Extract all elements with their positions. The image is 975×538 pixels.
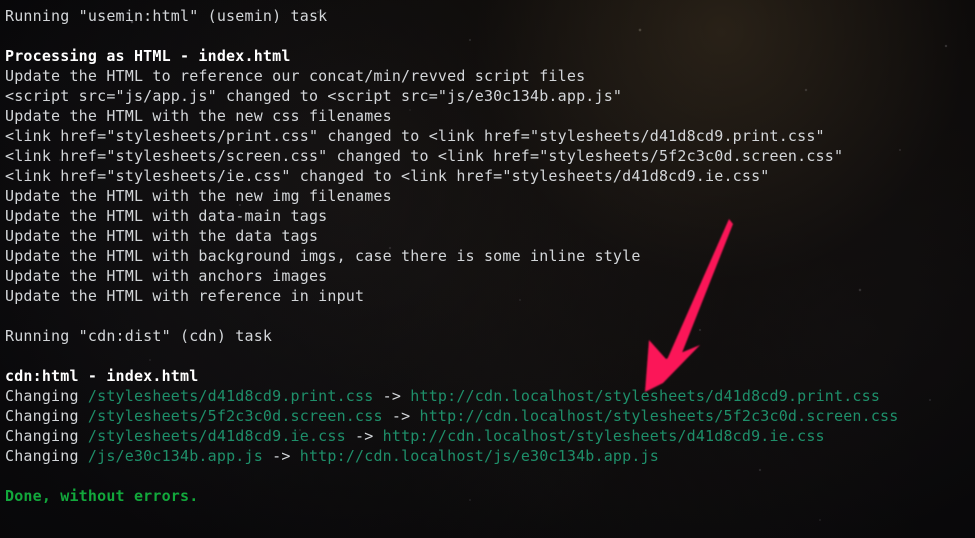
source-path: /js/e30c134b.app.js [87,447,263,465]
terminal-line: Changing /stylesheets/5f2c3c0d.screen.cs… [5,406,975,426]
terminal-line [5,466,975,486]
terminal-line: Update the HTML with background imgs, ca… [5,246,975,266]
section-heading: cdn:html - index.html [5,367,199,385]
changing-keyword: Changing [5,387,88,405]
terminal-line: Update the HTML with the new css filenam… [5,106,975,126]
terminal-line: Running "cdn:dist" (cdn) task [5,326,975,346]
source-path: /stylesheets/5f2c3c0d.screen.css [87,407,383,425]
log-text: <link href="stylesheets/print.css" chang… [5,127,825,145]
terminal-line: cdn:html - index.html [5,366,975,386]
log-text: Update the HTML with anchors images [5,267,328,285]
terminal-line: Update the HTML with the data tags [5,226,975,246]
terminal-line: Changing /stylesheets/d41d8cd9.ie.css ->… [5,426,975,446]
target-url: http://cdn.localhost/stylesheets/d41d8cd… [410,387,881,405]
terminal-output[interactable]: Running "usemin:html" (usemin) task Proc… [5,6,975,506]
changing-keyword: Changing [5,427,88,445]
rewrite-arrow-glyph: -> [373,387,411,405]
terminal-line: Processing as HTML - index.html [5,46,975,66]
terminal-line [5,26,975,46]
terminal-line [5,306,975,326]
terminal-window: Running "usemin:html" (usemin) task Proc… [0,0,975,538]
terminal-line: Update the HTML with reference in input [5,286,975,306]
rewrite-arrow-glyph: -> [382,407,420,425]
changing-keyword: Changing [5,447,88,465]
log-text: Running "usemin:html" (usemin) task [5,7,328,25]
rewrite-arrow-glyph: -> [345,427,383,445]
log-text: Update the HTML with data-main tags [5,207,328,225]
terminal-line: Update the HTML to reference our concat/… [5,66,975,86]
section-heading: Processing as HTML - index.html [5,47,291,65]
log-text: <script src="js/app.js" changed to <scri… [5,87,623,105]
log-text: Running "cdn:dist" (cdn) task [5,327,273,345]
log-text: Update the HTML with background imgs, ca… [5,247,641,265]
terminal-line: Update the HTML with the new img filenam… [5,186,975,206]
terminal-line: Running "usemin:html" (usemin) task [5,6,975,26]
terminal-line: <script src="js/app.js" changed to <scri… [5,86,975,106]
terminal-line [5,346,975,366]
log-text: <link href="stylesheets/screen.css" chan… [5,147,844,165]
terminal-line: Done, without errors. [5,486,975,506]
terminal-line: Update the HTML with anchors images [5,266,975,286]
log-text: Update the HTML with the new img filenam… [5,187,392,205]
log-text: <link href="stylesheets/ie.css" changed … [5,167,770,185]
target-url: http://cdn.localhost/stylesheets/d41d8cd… [382,427,825,445]
terminal-line: <link href="stylesheets/screen.css" chan… [5,146,975,166]
done-status-text: Done, without errors. [5,487,199,505]
log-text: Update the HTML with reference in input [5,287,365,305]
target-url: http://cdn.localhost/stylesheets/5f2c3c0… [419,407,899,425]
source-path: /stylesheets/d41d8cd9.print.css [87,387,374,405]
rewrite-arrow-glyph: -> [262,447,300,465]
terminal-line: <link href="stylesheets/print.css" chang… [5,126,975,146]
terminal-line: Changing /js/e30c134b.app.js -> http://c… [5,446,975,466]
target-url: http://cdn.localhost/js/e30c134b.app.js [299,447,659,465]
log-text: Update the HTML with the data tags [5,227,319,245]
changing-keyword: Changing [5,407,88,425]
log-text: Update the HTML to reference our concat/… [5,67,586,85]
terminal-line: Changing /stylesheets/d41d8cd9.print.css… [5,386,975,406]
terminal-line: <link href="stylesheets/ie.css" changed … [5,166,975,186]
source-path: /stylesheets/d41d8cd9.ie.css [87,427,346,445]
terminal-line: Update the HTML with data-main tags [5,206,975,226]
log-text: Update the HTML with the new css filenam… [5,107,392,125]
